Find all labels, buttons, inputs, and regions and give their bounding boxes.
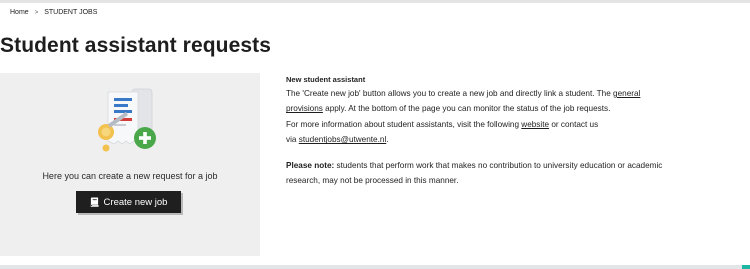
create-new-job-label: Create new job <box>103 196 168 208</box>
website-link[interactable]: website <box>521 120 549 129</box>
info-text: via <box>286 135 299 145</box>
note-text: research, may not be processed in this m… <box>286 176 459 186</box>
general-provisions-link-cont[interactable]: provisions <box>286 104 323 113</box>
breadcrumb-current: STUDENT JOBS <box>44 9 98 16</box>
info-paragraph: The 'Create new job' button allows you t… <box>286 86 741 148</box>
info-heading: New student assistant <box>286 75 366 84</box>
create-job-card: Here you can create a new request for a … <box>0 73 260 256</box>
breadcrumb-separator: > <box>34 9 39 16</box>
email-link[interactable]: studentjobs@utwente.nl <box>299 135 387 144</box>
info-panel: New student assistant The 'Create new jo… <box>286 74 741 188</box>
job-request-illustration <box>98 88 156 152</box>
info-text: For more information about student assis… <box>286 119 522 129</box>
note-label: Please note: <box>286 160 335 170</box>
info-text: The 'Create new job' button allows you t… <box>286 89 614 98</box>
note-paragraph: Please note: students that perform work … <box>286 158 741 189</box>
breadcrumb-home-link[interactable]: Home <box>10 9 29 16</box>
book-icon <box>90 197 99 207</box>
info-text: apply. At the bottom of the page you can… <box>322 104 611 114</box>
breadcrumb: Home > STUDENT JOBS <box>10 9 97 16</box>
card-caption: Here you can create a new request for a … <box>42 171 218 181</box>
page-title: Student assistant requests <box>0 34 272 57</box>
general-provisions-link[interactable]: general <box>613 89 640 98</box>
top-border <box>0 0 750 3</box>
info-text: or contact us <box>549 119 599 129</box>
create-new-job-button[interactable]: Create new job <box>76 191 181 213</box>
bottom-bar <box>0 265 750 269</box>
bottom-accent <box>742 265 750 269</box>
note-text: students that perform work that makes no… <box>334 160 663 170</box>
info-text: . <box>386 135 389 145</box>
